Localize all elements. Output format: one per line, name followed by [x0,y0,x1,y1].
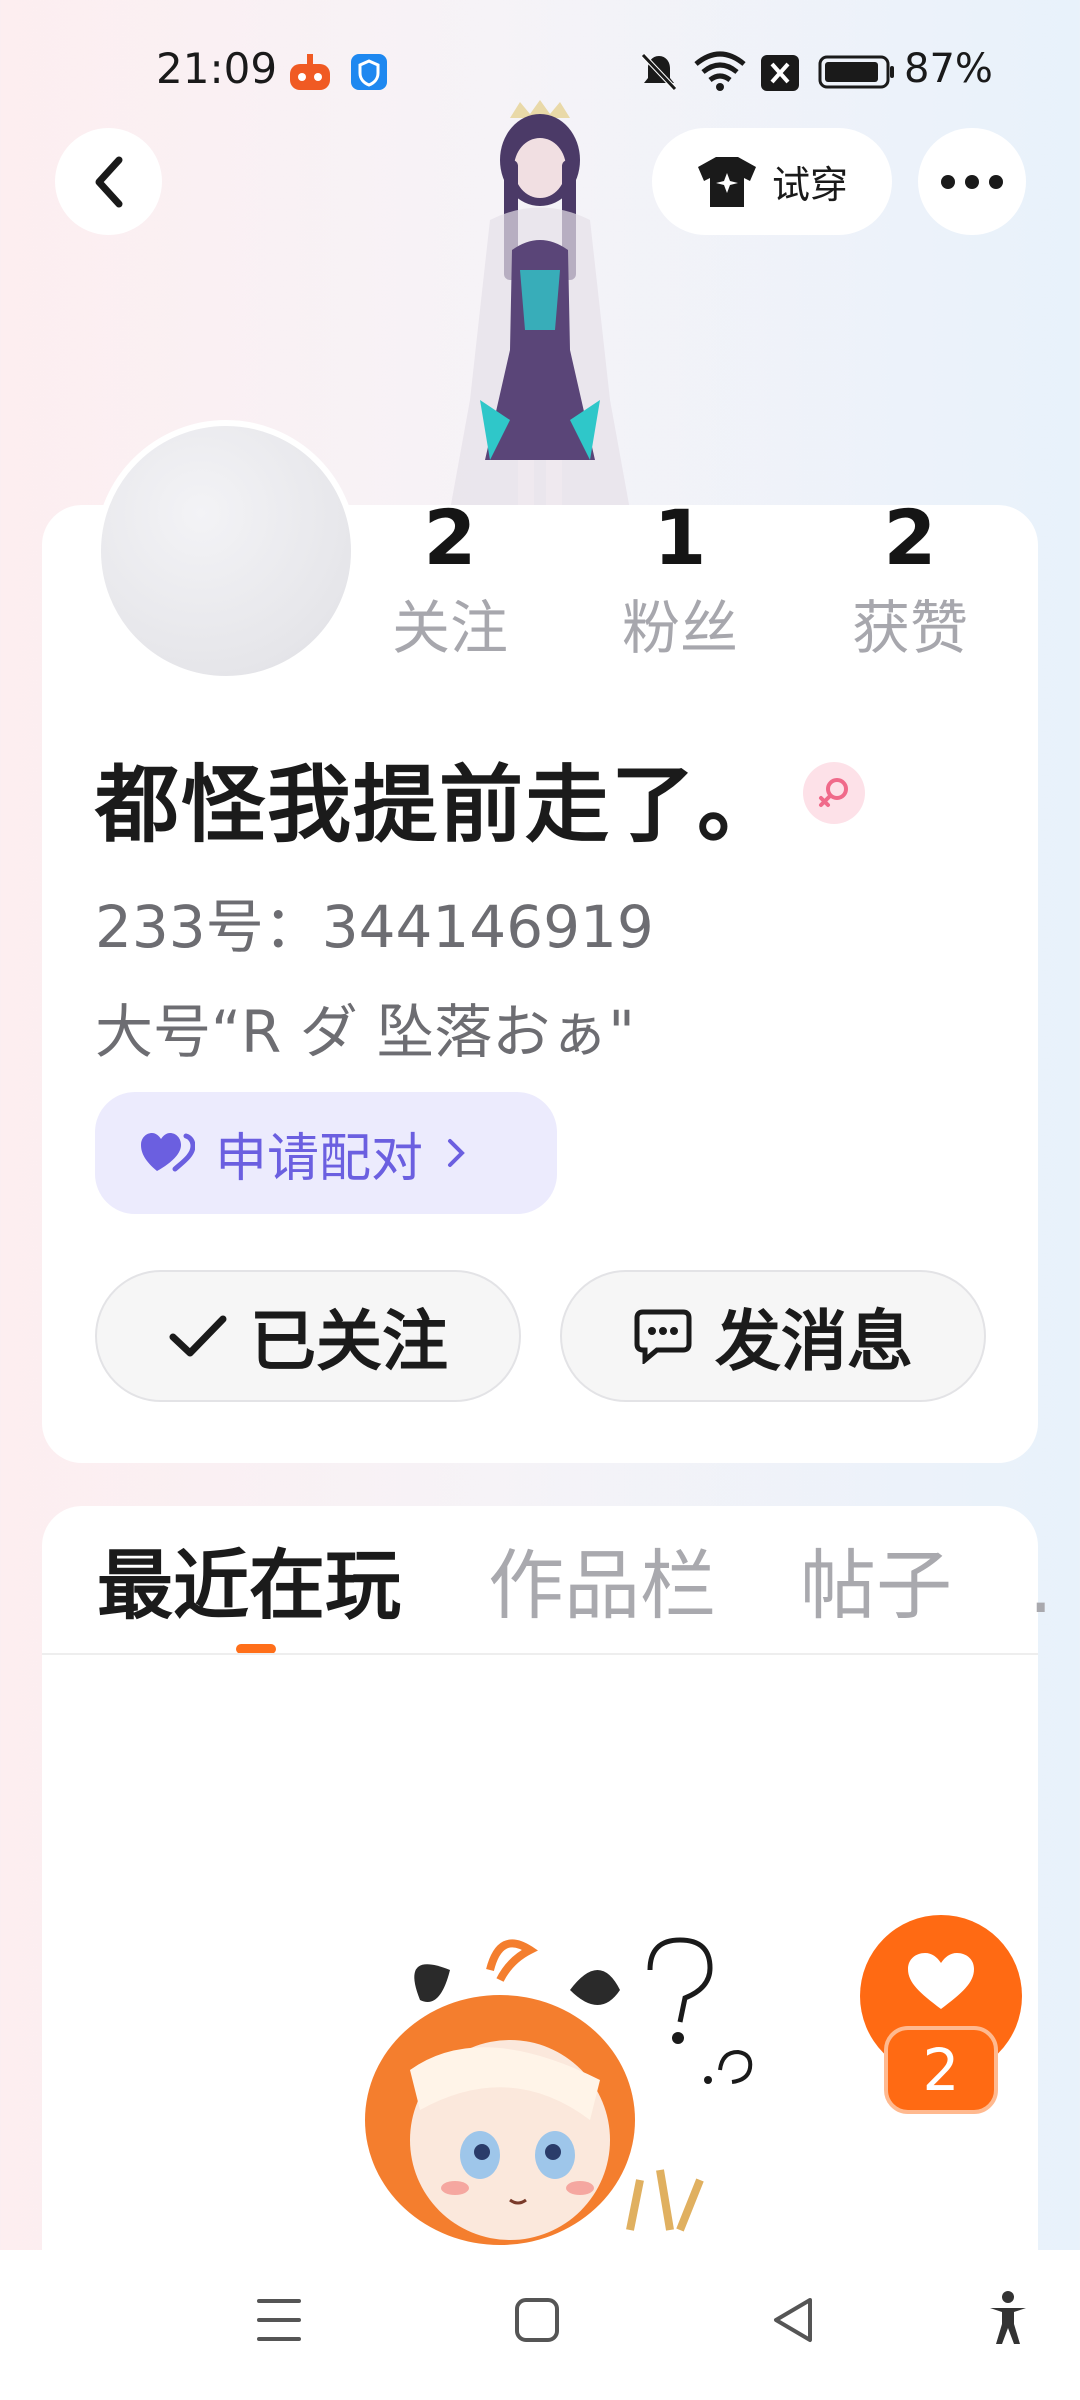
tab-posts[interactable]: 帖子 [800,1538,952,1634]
accessibility-icon[interactable] [986,2290,1030,2346]
send-message-button[interactable]: 发消息 [560,1270,986,1402]
heart-icon [908,1953,974,2009]
security-app-icon [351,54,387,90]
followed-label: 已关注 [250,1303,448,1380]
tab-more[interactable]: … [1028,1538,1048,1634]
stat-label: 关注 [391,594,508,662]
no-sim-icon [761,55,799,91]
stat-likes[interactable]: 2 获赞 [810,490,1010,668]
mute-icon [641,53,677,91]
menu-icon[interactable] [256,2295,302,2345]
stat-followers[interactable]: 1 粉丝 [580,490,780,668]
more-dots-icon [941,174,1003,189]
tab-works[interactable]: 作品栏 [488,1538,716,1634]
chat-bubble-icon [634,1309,692,1364]
female-gender-icon [803,762,865,824]
back-button[interactable] [55,128,162,235]
stat-value: 1 [653,493,707,582]
followed-button[interactable]: 已关注 [95,1270,521,1402]
system-nav-bar [0,2250,1080,2400]
tab-recently-played[interactable]: 最近在玩 [97,1538,401,1634]
heart-pair-icon [141,1133,195,1172]
user-id: 233号：344146919 [95,893,654,961]
stat-value: 2 [883,493,937,582]
try-on-label: 试穿 [771,163,848,207]
empty-state-mascot [365,1937,753,2245]
tshirt-icon [697,156,756,207]
stat-value: 2 [423,493,477,582]
profile-bio: 大号“R ダ 坠落おぁ" [95,998,635,1066]
request-pair-button[interactable]: 申请配对 [95,1092,557,1214]
like-count-badge: 2 [884,2026,998,2114]
avatar[interactable] [95,420,357,682]
request-pair-label: 申请配对 [215,1128,424,1189]
back-triangle-icon[interactable] [770,2295,816,2345]
try-on-button[interactable]: 试穿 [652,128,892,235]
profile-name: 都怪我提前走了。 [95,756,784,854]
send-message-label: 发消息 [715,1303,913,1380]
chevron-right-icon [448,1139,465,1167]
avatar-figure [450,100,630,510]
stat-label: 粉丝 [621,594,738,662]
back-arrow-icon [95,156,122,207]
wifi-icon [694,51,746,91]
status-time: 21:09 [156,44,278,93]
more-options-button[interactable] [918,128,1026,235]
app-notification-icon [290,54,330,90]
check-icon [169,1315,227,1357]
tab-divider [42,1653,1038,1655]
battery-icon [818,55,894,89]
stat-label: 获赞 [851,594,968,662]
home-icon[interactable] [514,2295,560,2345]
stat-following[interactable]: 2 关注 [350,490,550,668]
battery-percent: 87% [904,46,993,92]
